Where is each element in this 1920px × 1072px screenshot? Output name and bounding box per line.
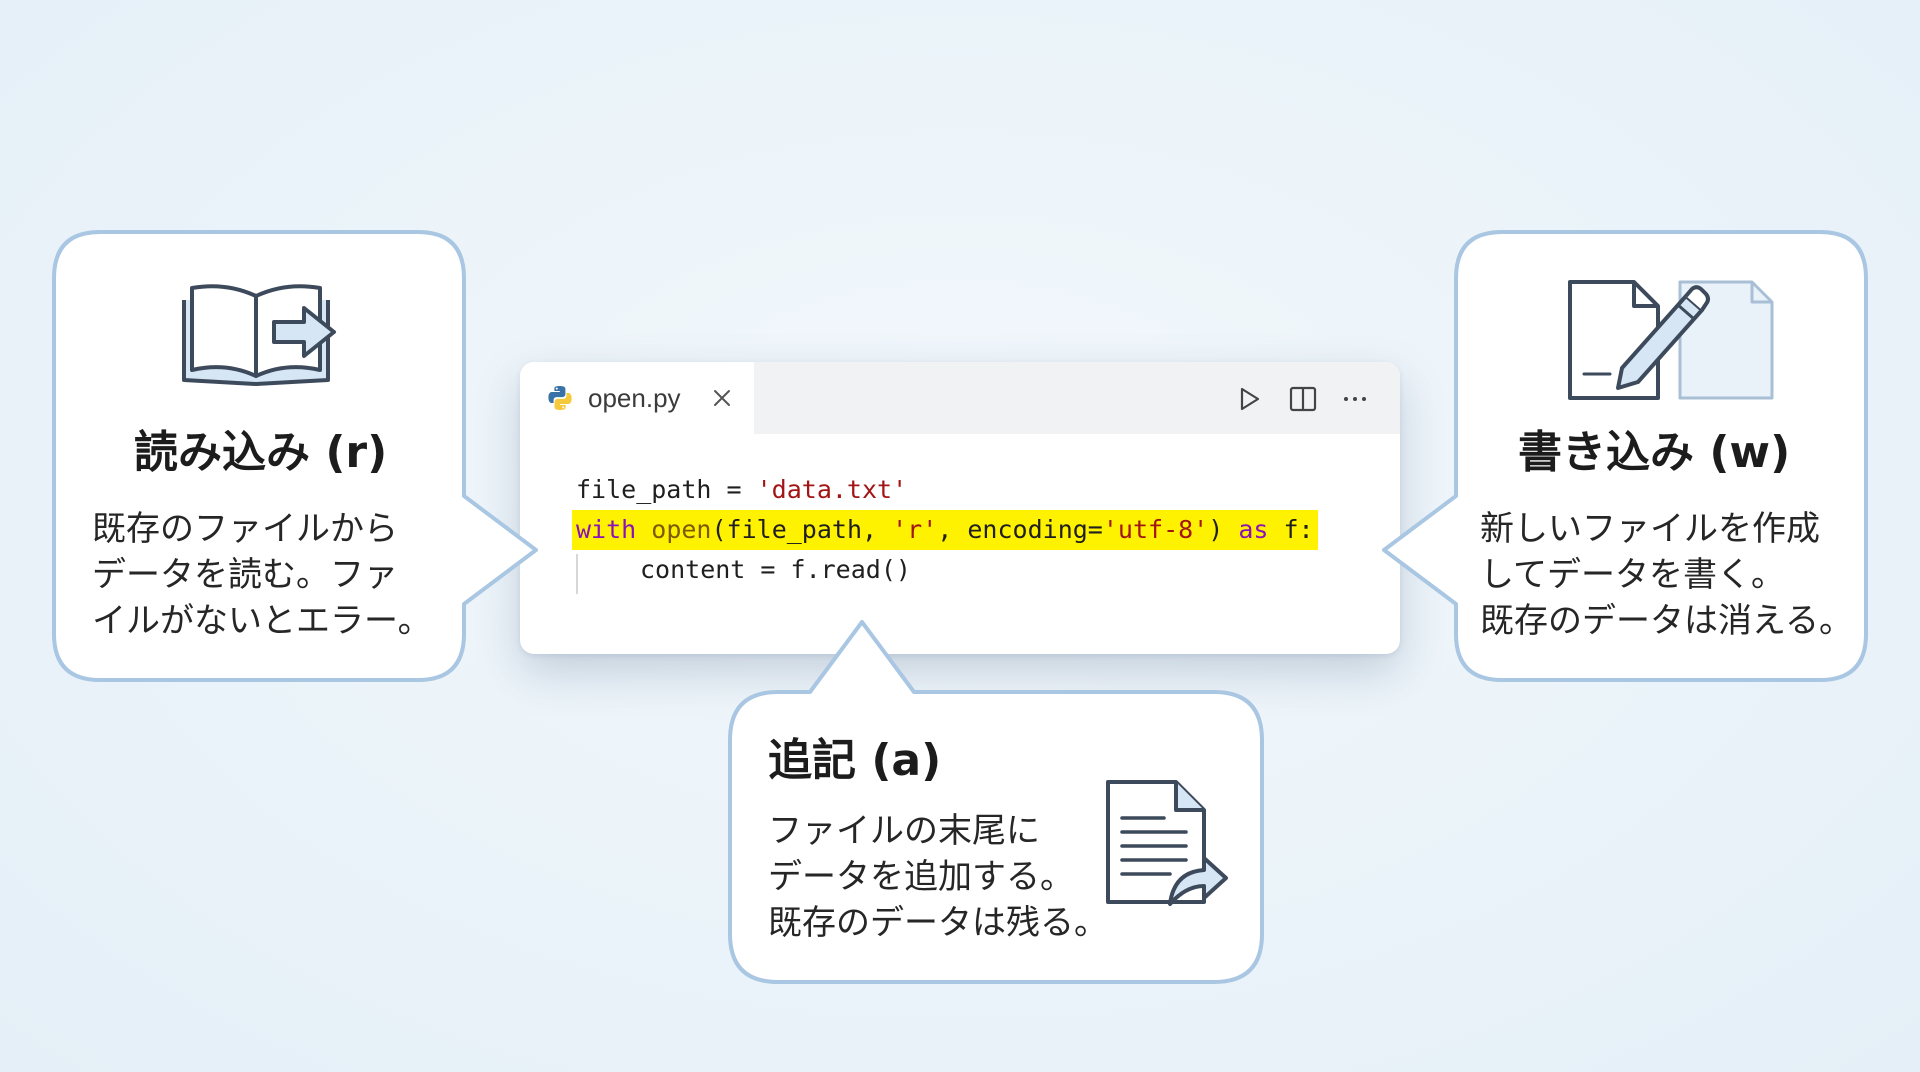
code-token-keyword: with — [576, 515, 637, 544]
python-icon — [548, 386, 572, 410]
callout-read-line: イルがないとエラー。 — [92, 601, 432, 641]
code-token: ) — [1208, 515, 1239, 544]
callout-read-line: 既存のファイルから — [92, 509, 398, 549]
code-token-string: 'utf-8' — [1102, 515, 1209, 544]
code-token-string: 'r' — [892, 515, 938, 544]
document-append-icon — [1106, 780, 1228, 906]
callout-write-description: 新しいファイルを作成 してデータを書く。 既存のデータは消える。 — [1480, 506, 1853, 644]
callout-read-title: 読み込み (r) — [134, 427, 388, 478]
callout-append-line: データを追加する。 — [768, 857, 1074, 897]
callout-write-line: 既存のデータは消える。 — [1480, 601, 1853, 641]
callout-append-line: ファイルの末尾に — [768, 811, 1040, 851]
document-pencil-icon — [1568, 280, 1774, 400]
callout-append-title: 追記 (a) — [768, 735, 942, 786]
code-token: = — [711, 475, 757, 504]
code-token-keyword: as — [1238, 515, 1269, 544]
callout-read-description: 既存のファイルから データを読む。ファ イルがないとエラー。 — [92, 506, 432, 644]
code-line-2-highlighted: with open(file_path, 'r', encoding='utf-… — [572, 510, 1318, 550]
callout-read: 読み込み (r) 既存のファイルから データを読む。ファ イルがないとエラー。 — [52, 230, 542, 682]
code-token: (file_path, — [711, 515, 893, 544]
open-book-arrow-icon — [182, 284, 336, 386]
callout-read-line: データを読む。ファ — [92, 555, 398, 595]
code-token-string: 'data.txt' — [756, 475, 908, 504]
callout-append-line: 既存のデータは残る。 — [768, 903, 1108, 943]
code-token: f: — [1268, 515, 1314, 544]
close-icon[interactable] — [710, 386, 734, 410]
code-token-function: open — [651, 515, 712, 544]
callout-write-line: 新しいファイルを作成 — [1480, 509, 1820, 549]
editor-tab-open-py[interactable]: open.py — [520, 362, 754, 434]
code-token: , encoding= — [937, 515, 1103, 544]
callout-append: 追記 (a) ファイルの末尾に データを追加する。 既存のデータは残る。 — [728, 616, 1268, 986]
split-editor-icon[interactable] — [1288, 384, 1318, 414]
callout-append-description: ファイルの末尾に データを追加する。 既存のデータは残る。 — [768, 808, 1108, 946]
code-token: file_path — [576, 475, 712, 504]
callout-write-title: 書き込み (w) — [1518, 427, 1791, 478]
code-editor-window: open.py file_path = 'data.txt' with open… — [520, 362, 1400, 654]
callout-write-line: してデータを書く。 — [1480, 555, 1785, 595]
indent-guide — [576, 554, 578, 594]
code-line-3: content = f.read() — [640, 555, 911, 584]
tab-filename: open.py — [588, 383, 681, 413]
more-icon[interactable] — [1340, 384, 1370, 414]
callout-write: 書き込み (w) 新しいファイルを作成 してデータを書く。 既存のデータは消える… — [1378, 230, 1868, 682]
editor-tab-bar: open.py — [520, 362, 1400, 434]
run-icon[interactable] — [1234, 384, 1264, 414]
code-line-1: file_path = 'data.txt' — [576, 470, 907, 510]
